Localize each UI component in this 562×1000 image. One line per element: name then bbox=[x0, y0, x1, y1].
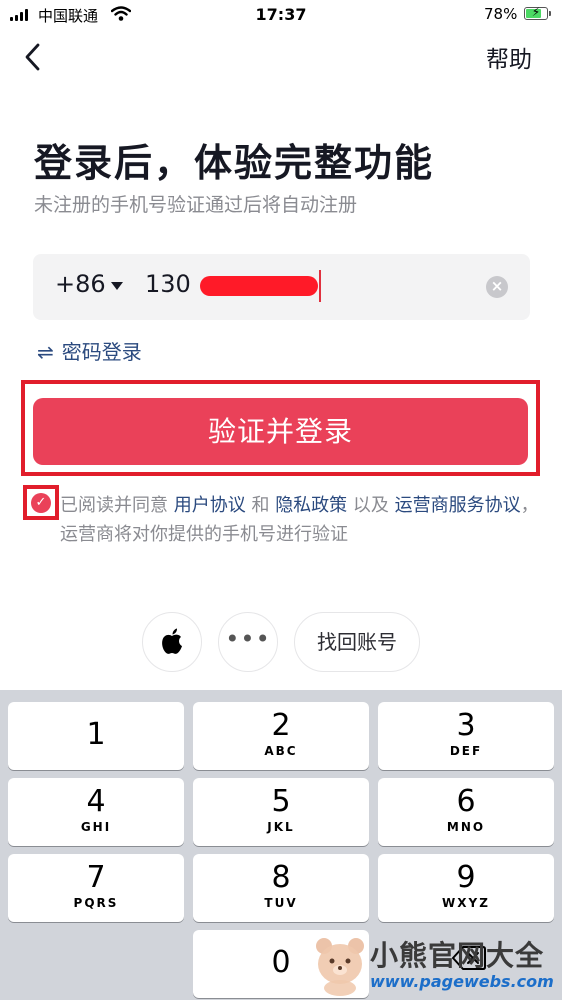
more-options-button[interactable]: ••• bbox=[218, 612, 278, 672]
phone-number-value: 130 bbox=[145, 270, 191, 298]
watermark-url: www.pagewebs.com bbox=[370, 972, 554, 991]
key-number: 1 bbox=[86, 717, 106, 752]
caret-down-icon bbox=[111, 282, 123, 290]
recover-account-button[interactable]: 找回账号 bbox=[294, 612, 420, 672]
text-cursor bbox=[319, 270, 321, 302]
verify-login-button[interactable]: 验证并登录 bbox=[33, 398, 528, 465]
key-number: 7 bbox=[86, 860, 106, 895]
key-letters: TUV bbox=[264, 896, 298, 910]
key-3[interactable]: 3 DEF bbox=[378, 702, 554, 770]
agreement-text-2: 和 bbox=[245, 495, 276, 516]
apple-login-button[interactable] bbox=[142, 612, 202, 672]
key-letters: DEF bbox=[449, 744, 483, 758]
battery-tip bbox=[549, 11, 551, 16]
carrier-agreement-link[interactable]: 运营商服务协议 bbox=[395, 495, 521, 516]
privacy-policy-link[interactable]: 隐私政策 bbox=[275, 495, 347, 516]
agreement-checkbox[interactable]: ✓ bbox=[31, 493, 51, 513]
key-number: 2 bbox=[271, 708, 291, 743]
battery-percent: 78% bbox=[484, 5, 518, 23]
battery-charging-icon: ⚡ bbox=[524, 5, 548, 20]
key-letters: WXYZ bbox=[442, 896, 490, 910]
password-login-link[interactable]: ⇌ 密码登录 bbox=[37, 336, 142, 365]
back-button[interactable] bbox=[18, 40, 50, 74]
key-8[interactable]: 8 TUV bbox=[193, 854, 369, 922]
watermark-title: 小熊官网大全 bbox=[370, 939, 545, 972]
key-number: 9 bbox=[456, 860, 476, 895]
chevron-left-icon bbox=[25, 43, 40, 71]
key-letters: JKL bbox=[267, 820, 295, 834]
key-number: 4 bbox=[86, 784, 106, 819]
help-link[interactable]: 帮助 bbox=[486, 40, 532, 74]
user-agreement-link[interactable]: 用户协议 bbox=[174, 495, 246, 516]
more-dots-icon: ••• bbox=[225, 625, 271, 653]
key-5[interactable]: 5 JKL bbox=[193, 778, 369, 846]
apple-logo-icon bbox=[162, 628, 182, 654]
agreement-text-3: 以及 bbox=[347, 495, 395, 516]
agreement-text-1: 已阅读并同意 bbox=[60, 495, 174, 516]
key-4[interactable]: 4 GHI bbox=[8, 778, 184, 846]
key-1[interactable]: 1 bbox=[8, 702, 184, 770]
page-title: 登录后，体验完整功能 bbox=[34, 141, 435, 185]
key-number: 3 bbox=[456, 708, 476, 743]
key-letters: GHI bbox=[80, 820, 112, 834]
agreement-text: 已阅读并同意 用户协议 和 隐私政策 以及 运营商服务协议，运营商将对你提供的手… bbox=[60, 491, 540, 549]
key-6[interactable]: 6 MNO bbox=[378, 778, 554, 846]
password-login-label: 密码登录 bbox=[61, 340, 142, 364]
status-bar: 中国联通 17:37 78% ⚡ bbox=[0, 0, 562, 30]
key-number: 8 bbox=[271, 860, 291, 895]
key-letters: PQRS bbox=[73, 896, 119, 910]
key-number: 5 bbox=[271, 784, 291, 819]
page-subtitle: 未注册的手机号验证通过后将自动注册 bbox=[34, 194, 358, 216]
redaction-mark bbox=[200, 276, 318, 296]
key-letters: MNO bbox=[446, 820, 486, 834]
bear-logo-icon bbox=[316, 938, 364, 996]
country-code-selector[interactable]: +86 bbox=[55, 270, 106, 298]
key-7[interactable]: 7 PQRS bbox=[8, 854, 184, 922]
key-9[interactable]: 9 WXYZ bbox=[378, 854, 554, 922]
key-2[interactable]: 2 ABC bbox=[193, 702, 369, 770]
key-number: 6 bbox=[456, 784, 476, 819]
key-letters: ABC bbox=[264, 744, 298, 758]
clock: 17:37 bbox=[255, 5, 307, 24]
swap-arrows-icon: ⇌ bbox=[37, 340, 54, 364]
clear-circle-icon[interactable]: × bbox=[486, 276, 508, 298]
